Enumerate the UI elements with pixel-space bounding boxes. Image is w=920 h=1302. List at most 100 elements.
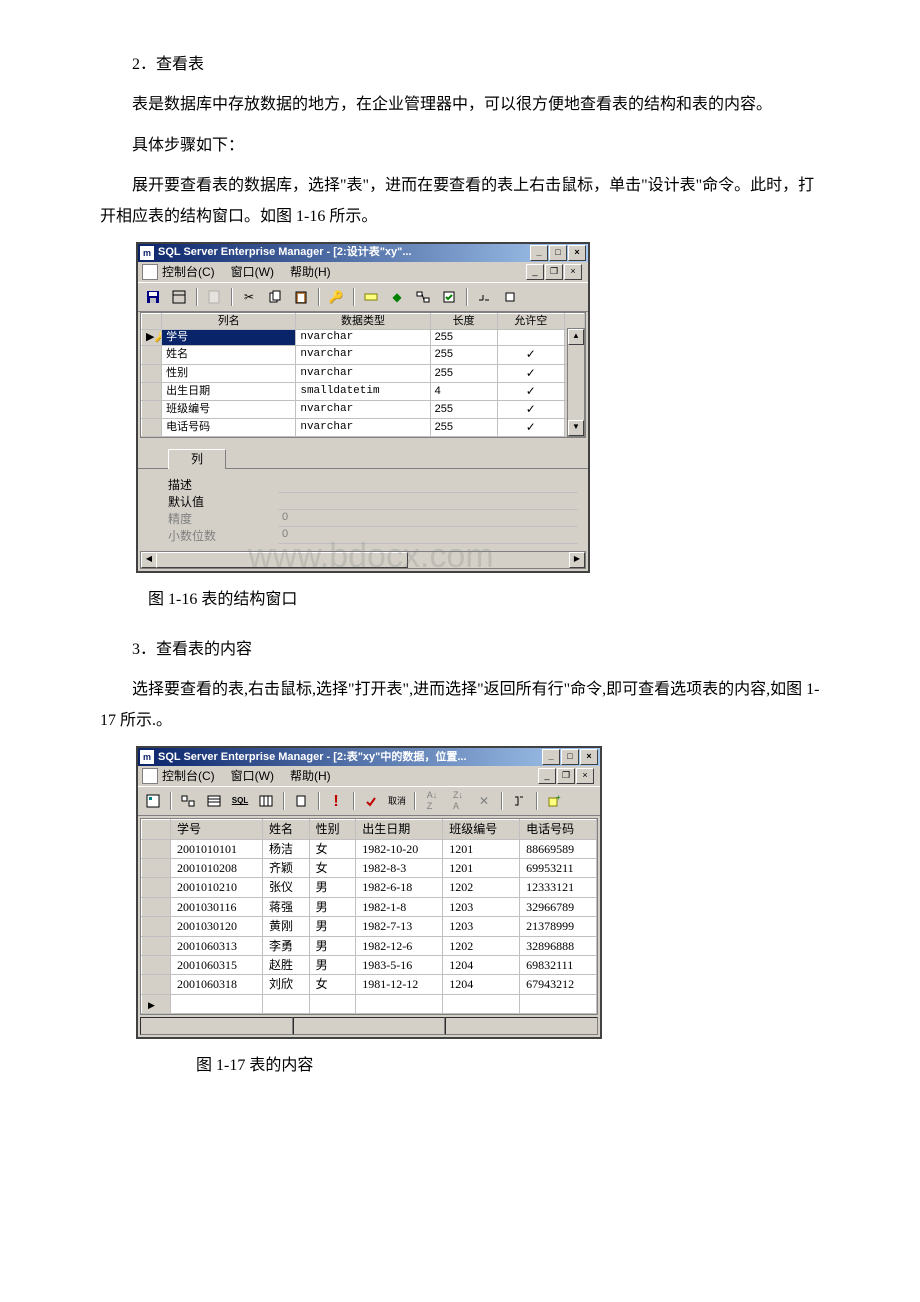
new-row[interactable] — [142, 994, 597, 1013]
table-row[interactable]: 2001010210张仪男1982-6-18120212333121 — [142, 878, 597, 897]
cell-name[interactable]: 性别 — [162, 364, 296, 382]
cell-name[interactable]: 齐颖 — [262, 859, 309, 878]
minimize-button[interactable]: _ — [530, 245, 548, 261]
properties-icon[interactable] — [168, 286, 190, 308]
save-icon[interactable] — [142, 286, 164, 308]
cell-tel[interactable]: 32896888 — [520, 936, 597, 955]
close-button[interactable]: × — [568, 245, 586, 261]
add-table-icon[interactable]: + — [543, 790, 565, 812]
cell-dob[interactable]: 1982-10-20 — [356, 839, 443, 858]
sort-asc-icon[interactable]: A↓Z — [421, 790, 443, 812]
cell-sex[interactable]: 男 — [309, 897, 356, 916]
maximize-button[interactable]: □ — [549, 245, 567, 261]
row-header[interactable] — [142, 859, 171, 878]
cell-cls[interactable]: 1201 — [443, 859, 520, 878]
cell-null[interactable] — [497, 419, 564, 437]
col-header-name[interactable]: 列名 — [162, 313, 296, 329]
vertical-scrollbar[interactable]: ▲ ▼ — [567, 328, 585, 437]
remove-filter-icon[interactable]: ✕ — [473, 790, 495, 812]
cell-name[interactable]: 电话号码 — [162, 419, 296, 437]
cell-cls[interactable]: 1203 — [443, 917, 520, 936]
col-header-len[interactable]: 长度 — [430, 313, 497, 329]
cell-cls[interactable]: 1203 — [443, 897, 520, 916]
cell-cls[interactable]: 1202 — [443, 878, 520, 897]
cell-dob[interactable]: 1982-1-8 — [356, 897, 443, 916]
cell-len[interactable]: 255 — [430, 330, 497, 346]
cancel-icon[interactable]: 取消 — [386, 790, 408, 812]
table-row[interactable]: 2001010208齐颖女1982-8-3120169953211 — [142, 859, 597, 878]
table-row[interactable]: 出生日期smalldatetim4 — [142, 382, 585, 400]
table-row[interactable]: 2001060315赵胜男1983-5-16120469832111 — [142, 955, 597, 974]
table-row[interactable]: 2001030116蒋强男1982-1-8120332966789 — [142, 897, 597, 916]
table-row[interactable]: 性别nvarchar255 — [142, 364, 585, 382]
cell-name[interactable]: 张仪 — [262, 878, 309, 897]
cell-name[interactable]: 蒋强 — [262, 897, 309, 916]
table-row[interactable]: 2001060318刘欣女1981-12-12120467943212 — [142, 975, 597, 994]
cell-sid[interactable]: 2001010208 — [171, 859, 263, 878]
copy-icon[interactable] — [264, 286, 286, 308]
table-row[interactable]: 班级编号nvarchar255 — [142, 400, 585, 418]
cell-sid[interactable]: 2001010101 — [171, 839, 263, 858]
scroll-thumb[interactable] — [156, 552, 408, 568]
manage-index-icon[interactable] — [473, 286, 495, 308]
cell-sid[interactable]: 2001060315 — [171, 955, 263, 974]
col-header-dtype[interactable]: 数据类型 — [296, 313, 430, 329]
titlebar[interactable]: m SQL Server Enterprise Manager - [2:设计表… — [138, 244, 588, 262]
titlebar[interactable]: m SQL Server Enterprise Manager - [2:表"x… — [138, 748, 600, 766]
cell-tel[interactable]: 21378999 — [520, 917, 597, 936]
column-grid[interactable]: 列名 数据类型 长度 允许空 ▶🔑学号nvarchar255姓名nvarchar… — [140, 312, 586, 438]
cell-null[interactable] — [497, 364, 564, 382]
mdi-minimize-button[interactable]: _ — [538, 768, 556, 784]
scroll-left-icon[interactable]: ◀ — [141, 552, 157, 568]
cut-icon[interactable]: ✂ — [238, 286, 260, 308]
menu-console[interactable]: 控制台(C) — [162, 769, 215, 783]
cell-cls[interactable]: 1202 — [443, 936, 520, 955]
cell-dob[interactable]: 1982-6-18 — [356, 878, 443, 897]
menu-help[interactable]: 帮助(H) — [290, 769, 331, 783]
col-header-name[interactable]: 姓名 — [262, 820, 309, 839]
row-header[interactable] — [142, 839, 171, 858]
cell-dob[interactable]: 1983-5-16 — [356, 955, 443, 974]
tab-columns[interactable]: 列 — [168, 449, 226, 468]
cell-sex[interactable]: 女 — [309, 839, 356, 858]
check-icon[interactable] — [438, 286, 460, 308]
script-icon[interactable] — [203, 286, 225, 308]
table-row[interactable]: ▶🔑学号nvarchar255 — [142, 330, 585, 346]
horizontal-scrollbar[interactable]: ◀ ▶ — [140, 551, 586, 569]
cell-len[interactable]: 255 — [430, 400, 497, 418]
cell-cls[interactable]: 1204 — [443, 975, 520, 994]
cell-name[interactable]: 班级编号 — [162, 400, 296, 418]
col-header-dob[interactable]: 出生日期 — [356, 820, 443, 839]
cell-name[interactable]: 杨洁 — [262, 839, 309, 858]
cell-null[interactable] — [497, 346, 564, 364]
cell-tel[interactable]: 88669589 — [520, 839, 597, 858]
index-icon[interactable]: ◆ — [386, 286, 408, 308]
prop-scale-value[interactable]: 0 — [278, 528, 578, 544]
row-header[interactable] — [142, 400, 162, 418]
cell-name[interactable]: 黄刚 — [262, 917, 309, 936]
show-sql-icon[interactable]: SQL — [229, 790, 251, 812]
mdi-close-button[interactable]: × — [564, 264, 582, 280]
menu-window[interactable]: 窗口(W) — [231, 265, 274, 279]
cell-sex[interactable]: 女 — [309, 859, 356, 878]
row-header[interactable] — [142, 382, 162, 400]
cell-len[interactable]: 255 — [430, 364, 497, 382]
mdi-restore-button[interactable]: ❐ — [557, 768, 575, 784]
cell-dob[interactable]: 1982-8-3 — [356, 859, 443, 878]
cell-null[interactable] — [497, 382, 564, 400]
col-header-sid[interactable]: 学号 — [171, 820, 263, 839]
cell-sid[interactable]: 2001030116 — [171, 897, 263, 916]
col-header-null[interactable]: 允许空 — [497, 313, 564, 329]
cell-sid[interactable]: 2001010210 — [171, 878, 263, 897]
col-header-sex[interactable]: 性别 — [309, 820, 356, 839]
mdi-close-button[interactable]: × — [576, 768, 594, 784]
menu-help[interactable]: 帮助(H) — [290, 265, 331, 279]
col-header-cls[interactable]: 班级编号 — [443, 820, 520, 839]
cell-cls[interactable]: 1201 — [443, 839, 520, 858]
table-row[interactable]: 电话号码nvarchar255 — [142, 419, 585, 437]
cell-sid[interactable]: 2001060313 — [171, 936, 263, 955]
row-header[interactable]: ▶🔑 — [142, 330, 162, 346]
menu-window[interactable]: 窗口(W) — [231, 769, 274, 783]
cell-tel[interactable]: 69832111 — [520, 955, 597, 974]
cell-dtype[interactable]: nvarchar — [296, 364, 430, 382]
